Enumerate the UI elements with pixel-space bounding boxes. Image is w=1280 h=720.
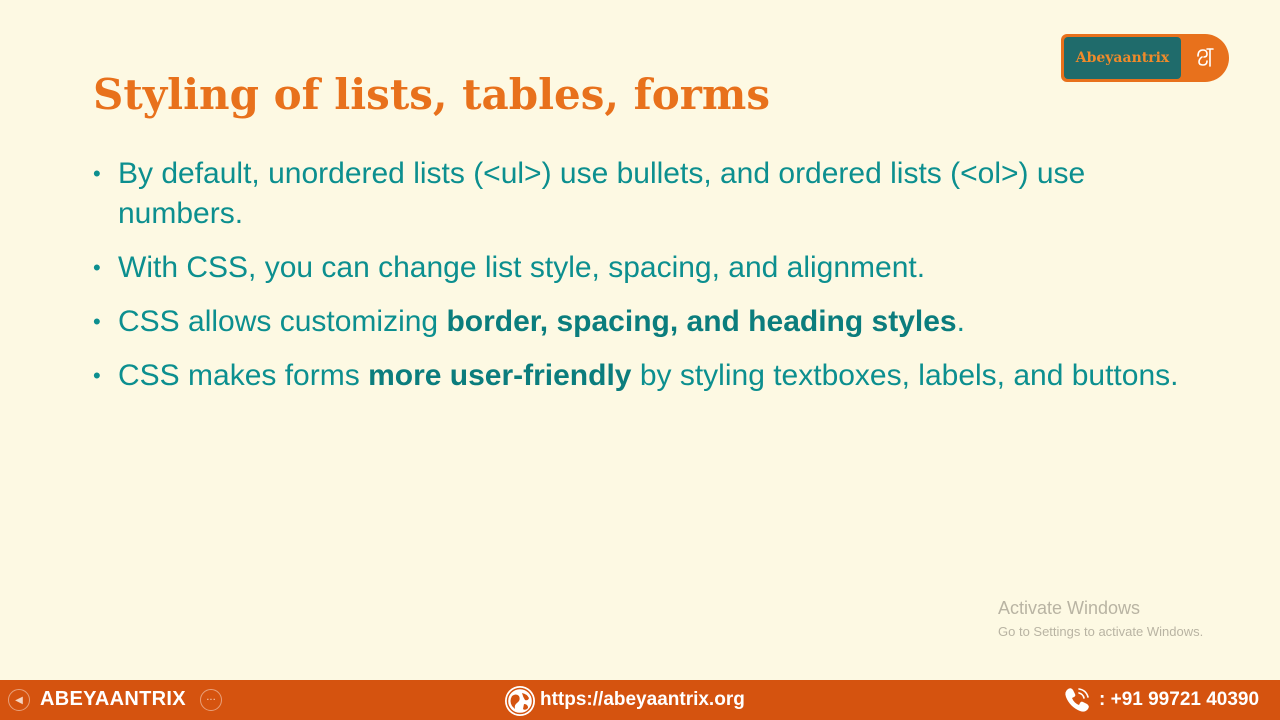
- brand-badge: Abeyaantrix: [1061, 34, 1229, 82]
- more-options-button[interactable]: ···: [200, 689, 222, 711]
- footer-url-link[interactable]: https://abeyaantrix.org: [540, 689, 745, 711]
- brand-badge-text: Abeyaantrix: [1075, 50, 1170, 66]
- bullet-text: .: [956, 305, 965, 338]
- watermark-title: Activate Windows: [998, 598, 1141, 618]
- phone-icon: [1065, 688, 1089, 712]
- footer-phone: : +91 99721 40390: [1099, 689, 1260, 710]
- bullet-emphasis: more user-friendly: [368, 359, 632, 392]
- globe-icon: [505, 686, 535, 716]
- bullet-emphasis: border, spacing, and heading styles: [446, 305, 957, 338]
- bullet-text: CSS allows customizing: [118, 305, 447, 338]
- bullet-text: With CSS, you can change list style, spa…: [118, 251, 926, 284]
- bullet-item: • With CSS, you can change list style, sp…: [93, 248, 1183, 288]
- slide-title: Styling of lists, tables, forms: [93, 70, 770, 119]
- bullet-dot: •: [93, 309, 101, 334]
- bullet-text: by styling textboxes, labels, and button…: [631, 359, 1179, 392]
- activate-windows-watermark: Activate Windows Go to Settings to activ…: [998, 598, 1203, 639]
- previous-slide-button[interactable]: ◀: [8, 689, 30, 711]
- watermark-subtitle: Go to Settings to activate Windows.: [998, 624, 1204, 639]
- bullet-text: By default, unordered lists (<ul>) use b…: [118, 157, 1086, 230]
- bullet-dot: •: [93, 161, 101, 186]
- bullet-dot: •: [93, 255, 101, 280]
- bullet-item: • CSS makes forms more user-friendly by s…: [93, 356, 1183, 396]
- bullet-list: • By default, unordered lists (<ul>) use …: [93, 154, 1183, 410]
- brand-symbol-icon: [1197, 48, 1214, 67]
- bullet-text: CSS makes forms: [118, 359, 369, 392]
- bullet-item: • CSS allows customizing border, spacing,…: [93, 302, 1183, 342]
- footer-bar: ◀ ··· ABEYAANTRIX https://abeyaantrix.or…: [0, 680, 1280, 720]
- footer-brand: ABEYAANTRIX: [40, 688, 186, 710]
- bullet-dot: •: [93, 363, 101, 388]
- brand-badge-panel: Abeyaantrix: [1064, 37, 1181, 79]
- bullet-item: • By default, unordered lists (<ul>) use …: [93, 154, 1183, 234]
